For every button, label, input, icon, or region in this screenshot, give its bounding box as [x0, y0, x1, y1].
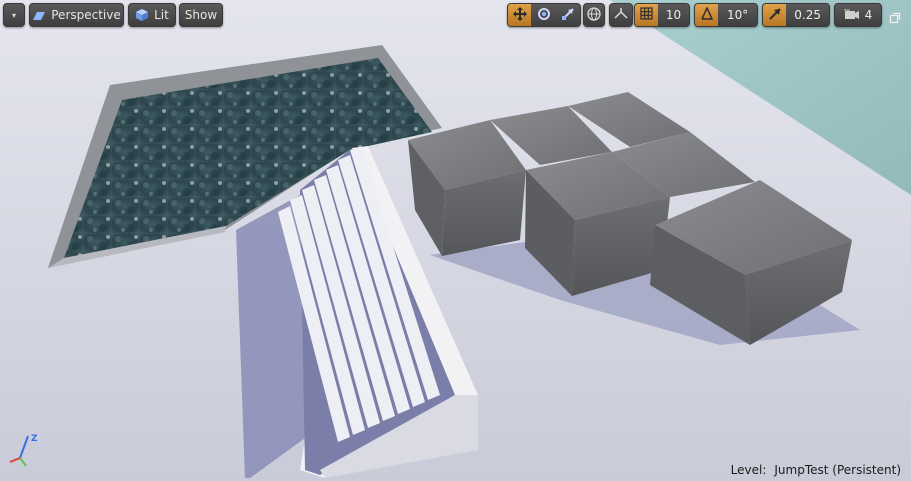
rotate-icon: [537, 7, 551, 24]
level-viewport[interactable]: Z: [0, 0, 911, 481]
scale-snap-group: 0.25: [762, 3, 830, 27]
grid-icon: [640, 7, 653, 23]
world-local-toggle[interactable]: [583, 3, 605, 27]
camera-speed-value: 4: [864, 8, 873, 22]
level-key: Level:: [730, 463, 767, 477]
level-status: Level: JumpTest (Persistent): [731, 463, 901, 477]
lit-button[interactable]: Lit: [128, 3, 176, 27]
scale-icon: [561, 7, 575, 24]
maximize-icon: [889, 9, 901, 28]
grid-snap-value-dropdown[interactable]: 10: [658, 4, 689, 26]
move-arrows-icon: [512, 6, 527, 24]
surface-snap-icon: [614, 7, 628, 24]
rotation-snap-value-dropdown[interactable]: 10°: [718, 4, 757, 26]
grid-snap-group: 10: [634, 3, 690, 27]
chevron-down-icon: ▾: [11, 10, 16, 20]
rotation-snap-toggle[interactable]: [695, 4, 719, 26]
rotation-snap-value: 10°: [726, 8, 749, 22]
surface-snapping-button[interactable]: [609, 3, 633, 27]
rotation-snap-group: 10°: [694, 3, 758, 27]
scale-tool-button[interactable]: [556, 4, 580, 26]
scale-snap-icon: [768, 7, 781, 23]
maximize-viewport-button[interactable]: [889, 9, 901, 24]
cube-icon: [135, 8, 149, 22]
scale-snap-value-dropdown[interactable]: 0.25: [786, 4, 829, 26]
grid-snap-value: 10: [665, 8, 682, 22]
level-name: JumpTest (Persistent): [774, 463, 901, 477]
show-button[interactable]: Show: [179, 3, 223, 27]
viewport-options-button[interactable]: ▾: [3, 3, 25, 27]
perspective-label: Perspective: [51, 8, 121, 22]
transform-tools-group: [507, 3, 581, 27]
angle-icon: [700, 6, 714, 23]
perspective-icon: [32, 10, 46, 20]
rotate-tool-button[interactable]: [531, 4, 555, 26]
globe-icon: [587, 6, 601, 24]
perspective-button[interactable]: Perspective: [29, 3, 124, 27]
grid-snap-toggle[interactable]: [635, 4, 659, 26]
lit-label: Lit: [154, 8, 169, 22]
show-label: Show: [184, 8, 218, 22]
gizmo-z-label: Z: [31, 434, 38, 444]
scale-snap-toggle[interactable]: [763, 4, 787, 26]
translate-tool-button[interactable]: [508, 4, 532, 26]
scale-snap-value: 0.25: [794, 8, 821, 22]
camera-speed-button[interactable]: 4: [834, 3, 882, 27]
camera-icon: [843, 8, 860, 23]
